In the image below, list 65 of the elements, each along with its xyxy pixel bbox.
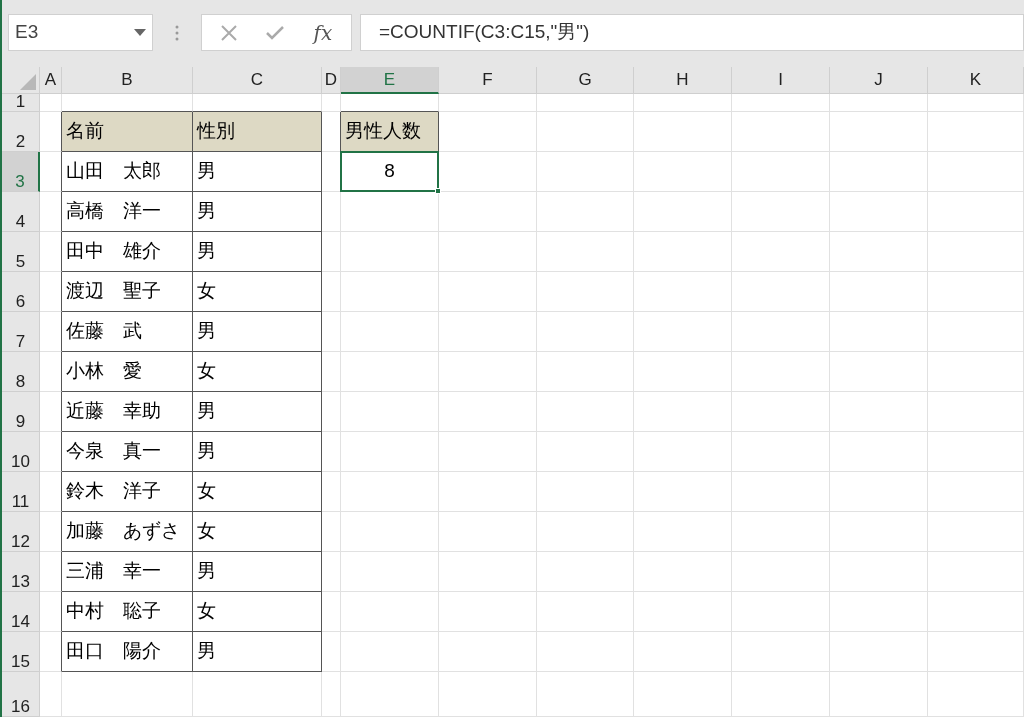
table-cell: 女 [193, 352, 322, 392]
column-header[interactable]: I [732, 67, 830, 94]
column-header[interactable]: K [928, 67, 1024, 94]
formula-field[interactable]: =COUNTIF(C3:C15,"男") [360, 14, 1024, 51]
table-cell: 小林 愛 [62, 352, 193, 392]
column-header[interactable]: B [62, 67, 193, 94]
table-cell: 女 [193, 592, 322, 632]
table-cell: 男 [193, 232, 322, 272]
table-cell: 男 [193, 392, 322, 432]
table-cell: 加藤 あずさ [62, 512, 193, 552]
table-header-cell: 男性人数 [341, 112, 439, 152]
close-icon[interactable] [220, 24, 237, 41]
row-header[interactable]: 11 [2, 472, 40, 512]
grip-icon [175, 24, 179, 41]
table-cell: 山田 太郎 [62, 152, 193, 192]
column-header[interactable]: G [537, 67, 634, 94]
table-cell: 男 [193, 432, 322, 472]
table-cell: 高橋 洋一 [62, 192, 193, 232]
row-header[interactable]: 13 [2, 552, 40, 592]
row-header[interactable]: 15 [2, 632, 40, 672]
table-cell: 鈴木 洋子 [62, 472, 193, 512]
row-header[interactable]: 6 [2, 272, 40, 312]
row-header[interactable]: 5 [2, 232, 40, 272]
row-header[interactable]: 3 [2, 152, 40, 192]
table-cell: 女 [193, 512, 322, 552]
table-header-cell: 名前 [62, 112, 193, 152]
triangle-icon [20, 74, 36, 90]
table-cell: 男 [193, 312, 322, 352]
table-cell: 男 [193, 192, 322, 232]
table-header-cell: 性別 [193, 112, 322, 152]
column-header[interactable]: J [830, 67, 928, 94]
row-header[interactable]: 12 [2, 512, 40, 552]
insert-function-button[interactable]: fx [313, 22, 333, 43]
table-cell: 田口 陽介 [62, 632, 193, 672]
row-header[interactable]: 10 [2, 432, 40, 472]
row-header[interactable]: 9 [2, 392, 40, 432]
column-header[interactable]: F [439, 67, 537, 94]
row-header[interactable]: 8 [2, 352, 40, 392]
column-header[interactable]: A [40, 67, 62, 94]
row-header[interactable]: 2 [2, 112, 40, 152]
table-cell: 渡辺 聖子 [62, 272, 193, 312]
row-header[interactable]: 1 [2, 94, 40, 112]
table-cell: 近藤 幸助 [62, 392, 193, 432]
dropdown-caret-icon [134, 29, 146, 36]
table-cell: 今泉 真一 [62, 432, 193, 472]
name-box[interactable]: E3 [8, 14, 153, 51]
table-cell: 男 [193, 552, 322, 592]
row-header[interactable]: 16 [2, 672, 40, 717]
table-cell: 男 [193, 152, 322, 192]
table-cell: 女 [193, 472, 322, 512]
table-cell: 三浦 幸一 [62, 552, 193, 592]
column-header[interactable]: C [193, 67, 322, 94]
table-cell: 中村 聡子 [62, 592, 193, 632]
row-header[interactable]: 14 [2, 592, 40, 632]
fill-handle[interactable] [435, 188, 441, 194]
table-cell: 男 [193, 632, 322, 672]
row-header[interactable]: 7 [2, 312, 40, 352]
column-header[interactable]: H [634, 67, 732, 94]
table-cell: 田中 雄介 [62, 232, 193, 272]
row-header[interactable]: 4 [2, 192, 40, 232]
table-cell: 女 [193, 272, 322, 312]
table-cell: 佐藤 武 [62, 312, 193, 352]
table-cell: 8 [341, 152, 439, 192]
column-header[interactable]: E [341, 67, 439, 94]
checkmark-icon[interactable] [266, 25, 285, 40]
